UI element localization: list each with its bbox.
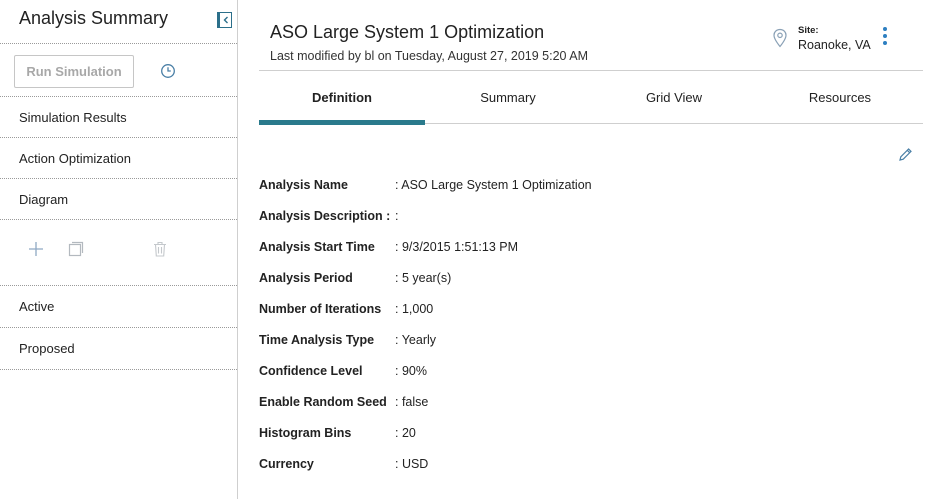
- site-value: Roanoke, VA: [798, 38, 871, 52]
- collapse-sidebar-button[interactable]: [217, 12, 232, 28]
- copy-icon[interactable]: [67, 240, 85, 258]
- sidebar-item-action-optimization[interactable]: Action Optimization: [0, 138, 237, 179]
- kebab-menu-icon[interactable]: [881, 27, 889, 45]
- tab-summary[interactable]: Summary: [425, 71, 591, 124]
- field-row-time-analysis-type: Time Analysis Type : Yearly: [259, 324, 592, 355]
- field-label: Number of Iterations: [259, 301, 382, 316]
- tab-grid-view[interactable]: Grid View: [591, 71, 757, 124]
- definition-fields: Analysis Name : ASO Large System 1 Optim…: [259, 169, 592, 479]
- tab-resources[interactable]: Resources: [757, 71, 923, 124]
- tab-bar: Definition Summary Grid View Resources: [259, 71, 923, 125]
- sidebar-item-active[interactable]: Active: [0, 286, 237, 328]
- field-value: : 90%: [395, 363, 427, 378]
- clock-icon[interactable]: [160, 63, 176, 79]
- trash-icon[interactable]: [151, 240, 169, 258]
- sidebar-item-diagram[interactable]: Diagram: [0, 179, 237, 220]
- field-row-analysis-period: Analysis Period : 5 year(s): [259, 262, 592, 293]
- field-value: : USD: [395, 456, 429, 471]
- field-label: Enable Random Seed: [259, 394, 387, 409]
- field-label: Analysis Name: [259, 177, 348, 192]
- run-simulation-button[interactable]: Run Simulation: [14, 55, 134, 88]
- sidebar: Analysis Summary Run Simulation Simulati…: [0, 0, 238, 499]
- pencil-icon[interactable]: [897, 146, 914, 163]
- sidebar-item-simulation-results[interactable]: Simulation Results: [0, 97, 237, 138]
- field-value: : 20: [395, 425, 416, 440]
- last-modified-text: Last modified by bl on Tuesday, August 2…: [270, 49, 589, 63]
- plus-icon[interactable]: [27, 240, 45, 258]
- field-label: Analysis Description :: [259, 208, 391, 223]
- field-label: Confidence Level: [259, 363, 363, 378]
- field-row-enable-random-seed: Enable Random Seed : false: [259, 386, 592, 417]
- page-title: ASO Large System 1 Optimization: [270, 22, 545, 42]
- sidebar-title: Analysis Summary: [19, 8, 169, 28]
- field-row-currency: Currency : USD: [259, 448, 592, 479]
- sidebar-actions: Run Simulation: [0, 44, 237, 97]
- sidebar-header: Analysis Summary: [0, 0, 237, 44]
- chevron-left-icon: [223, 16, 228, 24]
- field-row-histogram-bins: Histogram Bins : 20: [259, 417, 592, 448]
- field-value: : ASO Large System 1 Optimization: [395, 177, 592, 192]
- field-row-analysis-description: Analysis Description : :: [259, 200, 592, 231]
- field-row-number-of-iterations: Number of Iterations : 1,000: [259, 293, 592, 324]
- field-label: Currency: [259, 456, 314, 471]
- field-label: Analysis Start Time: [259, 239, 375, 254]
- field-label: Analysis Period: [259, 270, 353, 285]
- field-label: Time Analysis Type: [259, 332, 375, 347]
- tab-definition[interactable]: Definition: [259, 71, 425, 125]
- main-content: ASO Large System 1 Optimization Last mod…: [259, 0, 923, 499]
- field-row-analysis-start-time: Analysis Start Time : 9/3/2015 1:51:13 P…: [259, 231, 592, 262]
- field-value: : 5 year(s): [395, 270, 452, 285]
- map-pin-icon: [773, 28, 787, 48]
- field-row-confidence-level: Confidence Level : 90%: [259, 355, 592, 386]
- field-value: : 1,000: [395, 301, 434, 316]
- field-value: : 9/3/2015 1:51:13 PM: [395, 239, 519, 254]
- field-value: : Yearly: [395, 332, 437, 347]
- field-label: Histogram Bins: [259, 425, 352, 440]
- field-row-analysis-name: Analysis Name : ASO Large System 1 Optim…: [259, 169, 592, 200]
- field-value: : false: [395, 394, 429, 409]
- scenario-toolbar: [0, 220, 237, 286]
- sidebar-item-proposed[interactable]: Proposed: [0, 328, 237, 370]
- site-label: Site:: [798, 25, 819, 36]
- field-value: :: [395, 208, 399, 223]
